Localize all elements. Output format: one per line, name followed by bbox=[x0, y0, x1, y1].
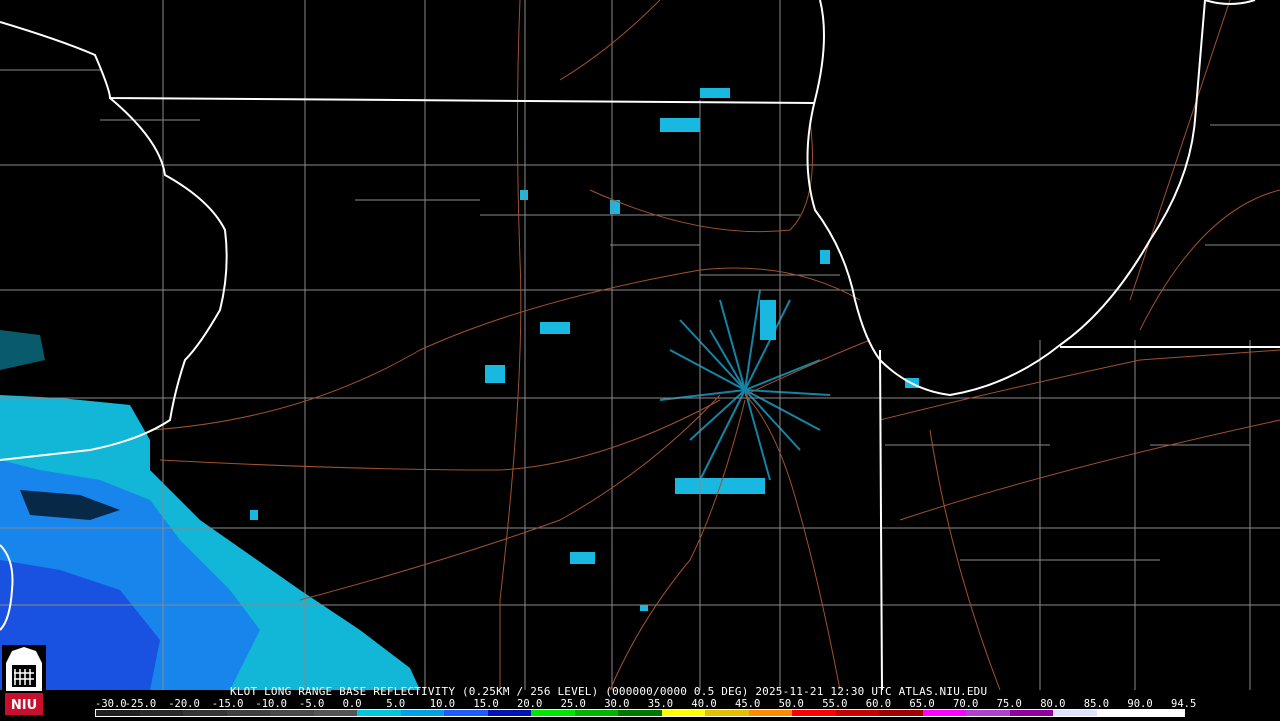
scale-swatch bbox=[1140, 710, 1184, 716]
scale-swatch bbox=[922, 710, 967, 716]
scale-swatch bbox=[226, 710, 271, 716]
scale-swatch bbox=[966, 710, 1010, 716]
radar-speckle bbox=[250, 88, 919, 611]
scale-swatch bbox=[748, 710, 793, 716]
scale-swatch bbox=[792, 710, 836, 716]
color-scale-labels: -30.0 -25.0 -20.0 -15.0 -10.0 -5.0 0.0 5.0 10.0 1… bbox=[95, 698, 1196, 710]
radar-map bbox=[0, 0, 1280, 690]
niu-logo-text: NIU bbox=[11, 698, 37, 713]
scale-swatch bbox=[531, 710, 575, 716]
scale-swatch bbox=[879, 710, 923, 716]
highways bbox=[149, 0, 1280, 690]
scale-swatch bbox=[835, 710, 880, 716]
product-title: KLOT LONG RANGE BASE REFLECTIVITY (0.25K… bbox=[230, 685, 988, 698]
precip-echo-southwest bbox=[0, 330, 420, 690]
scale-swatch bbox=[357, 710, 401, 716]
scale-swatch bbox=[618, 710, 662, 716]
scale-swatch bbox=[705, 710, 749, 716]
scale-swatch bbox=[444, 710, 488, 716]
scale-swatch bbox=[400, 710, 445, 716]
scale-swatch bbox=[270, 710, 314, 716]
scale-swatch bbox=[1096, 710, 1141, 716]
radar-clutter-center bbox=[659, 289, 831, 481]
scale-swatch bbox=[96, 710, 140, 716]
scale-swatch bbox=[574, 710, 619, 716]
scale-swatch bbox=[1009, 710, 1054, 716]
scale-swatch bbox=[183, 710, 227, 716]
color-scale-bar bbox=[95, 709, 1185, 717]
scale-swatch bbox=[313, 710, 358, 716]
scale-swatch bbox=[1053, 710, 1097, 716]
scale-swatch bbox=[487, 710, 532, 716]
scale-swatch bbox=[139, 710, 184, 716]
scale-swatch bbox=[661, 710, 706, 716]
niu-logo: NIU bbox=[2, 645, 46, 717]
